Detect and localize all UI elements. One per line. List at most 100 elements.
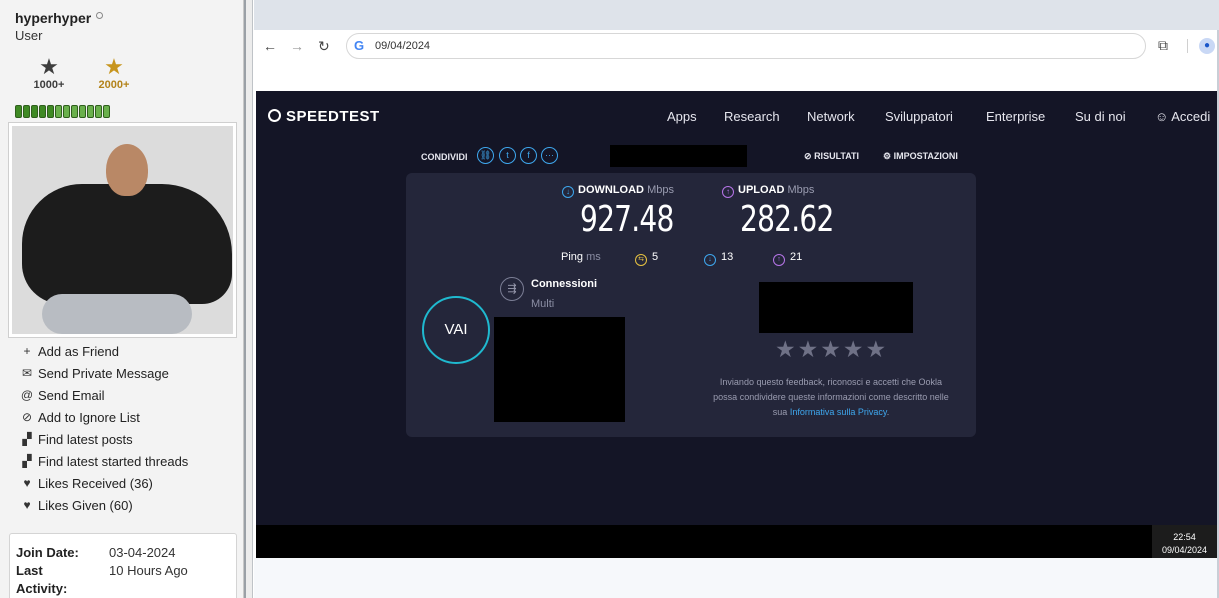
send-email-link[interactable]: @ Send Email — [20, 384, 188, 406]
award-1000[interactable]: ★ 1000+ — [24, 56, 74, 92]
logo-text: SPEEDTEST — [286, 108, 380, 125]
nav-apps[interactable]: Apps — [667, 109, 697, 124]
screen: hyperhyper User ★ 1000+ ★ 2000+ + Add as… — [0, 0, 1219, 598]
reputation-pip — [79, 105, 86, 118]
link-icon[interactable]: ⛓ — [477, 147, 494, 164]
likes-given-link[interactable]: ♥ Likes Given (60) — [20, 494, 188, 516]
facebook-icon[interactable]: f — [520, 147, 537, 164]
menu-label: Add as Friend — [38, 343, 119, 359]
privacy-link[interactable]: Informativa sulla Privacy — [790, 407, 887, 417]
user-title: User — [15, 28, 43, 43]
connections-value[interactable]: Multi — [531, 298, 554, 310]
reload-icon[interactable]: ↻ — [318, 38, 330, 55]
ignore-list-link[interactable]: ⊘ Add to Ignore List — [20, 406, 188, 428]
ping-idle: ⇆ 5 — [635, 251, 658, 266]
settings-link[interactable]: ⚙ IMPOSTAZIONI — [883, 151, 958, 162]
reputation-pip — [87, 105, 94, 118]
menu-label: Find latest posts — [38, 431, 133, 447]
redacted-server-info — [494, 317, 625, 422]
user-icon: ☺ — [1155, 109, 1169, 124]
ping-upload-value: 21 — [790, 251, 803, 263]
avatar-head-shape — [106, 144, 148, 196]
ping-label-group: Ping ms — [561, 251, 601, 263]
menu-label: Find latest started threads — [38, 453, 189, 469]
upload-latency-icon: ↑ — [773, 254, 785, 266]
add-friend-link[interactable]: + Add as Friend — [20, 340, 188, 362]
likes-received-link[interactable]: ♥ Likes Received (36) — [20, 472, 188, 494]
upload-icon: ↑ — [722, 186, 734, 198]
download-header: ↓ DOWNLOAD Mbps — [562, 184, 674, 198]
upload-value: 282.62 — [740, 199, 834, 240]
profile-icon[interactable]: ● — [1199, 38, 1215, 54]
sidebar-divider[interactable] — [244, 0, 253, 598]
award-label: 2000+ — [98, 79, 130, 91]
ping-download-value: 13 — [721, 251, 734, 263]
find-posts-link[interactable]: ▞ Find latest posts — [20, 428, 188, 450]
nav-enterprise[interactable]: Enterprise — [986, 109, 1045, 124]
download-value: 927.48 — [580, 199, 674, 240]
profile-actions-menu: + Add as Friend ✉ Send Private Message @… — [20, 340, 188, 516]
reputation-pip — [23, 105, 30, 118]
go-button[interactable]: VAI — [422, 296, 490, 364]
add-icon: + — [23, 344, 31, 358]
nav-research[interactable]: Research — [724, 109, 780, 124]
avatar-frame — [8, 122, 237, 338]
connections-icon[interactable]: ⇶ — [500, 277, 524, 301]
menu-label: Likes Given (60) — [38, 497, 133, 513]
menu-label: Send Private Message — [38, 365, 169, 381]
find-threads-link[interactable]: ▞ Find latest started threads — [20, 450, 188, 472]
ping-unit: ms — [586, 251, 601, 263]
reputation-pip — [31, 105, 38, 118]
upload-label: UPLOAD — [738, 184, 785, 196]
username[interactable]: hyperhyper — [15, 10, 91, 26]
send-private-message-link[interactable]: ✉ Send Private Message — [20, 362, 188, 384]
ping-upload: ↑ 21 — [773, 251, 802, 266]
last-activity-value: 10 Hours Ago — [109, 563, 188, 578]
google-icon: G — [354, 38, 365, 53]
taskbar-clock[interactable]: 22:54 09/04/2024 — [1152, 525, 1217, 558]
nav-network[interactable]: Network — [807, 109, 855, 124]
profile-sidebar: hyperhyper User ★ 1000+ ★ 2000+ + Add as… — [0, 0, 244, 598]
nav-about[interactable]: Su di noi — [1075, 109, 1126, 124]
extensions-icon[interactable]: ⧉ — [1158, 37, 1168, 54]
speedtest-logo[interactable]: SPEEDTEST — [268, 108, 380, 125]
back-icon[interactable]: ← — [263, 38, 277, 54]
reputation-pip — [15, 105, 22, 118]
check-circle-icon: ⊘ — [804, 151, 812, 161]
results-label: RISULTATI — [814, 151, 860, 161]
avatar-jacket-shape — [22, 184, 232, 304]
nav-login-label: Accedi — [1171, 109, 1211, 124]
gold-star-icon: ★ — [104, 54, 124, 79]
gear-icon: ⚙ — [883, 151, 892, 161]
more-icon[interactable]: ··· — [541, 147, 558, 164]
results-link[interactable]: ⊘ RISULTATI — [804, 151, 859, 162]
browser-tab-strip — [254, 0, 1219, 30]
redacted-feedback-title — [759, 282, 913, 333]
threads-icon: ▞ — [22, 454, 32, 468]
envelope-icon: ✉ — [21, 366, 33, 380]
ping-label: Ping — [561, 251, 584, 263]
rating-stars[interactable]: ★★★★★ — [775, 336, 888, 363]
toolbar-separator — [1187, 39, 1188, 53]
profile-info-box: Join Date: 03-04-2024 Last 10 Hours Ago … — [9, 533, 237, 598]
online-status-icon — [96, 12, 103, 19]
avatar[interactable] — [12, 126, 233, 334]
forward-icon[interactable]: → — [290, 38, 304, 54]
clock-date: 09/04/2024 — [1161, 545, 1208, 555]
clock-time: 22:54 — [1173, 532, 1196, 542]
last-activity-label-2: Activity: — [16, 581, 68, 596]
nav-login[interactable]: ☺ Accedi — [1155, 109, 1210, 124]
award-2000[interactable]: ★ 2000+ — [89, 54, 139, 92]
last-activity-label: Last — [16, 563, 43, 578]
nav-developers[interactable]: Sviluppatori — [885, 109, 953, 124]
reputation-pip — [63, 105, 70, 118]
at-icon: @ — [20, 388, 34, 402]
share-label: CONDIVIDI — [421, 152, 468, 162]
speedtest-page: SPEEDTEST Apps Research Network Sviluppa… — [256, 91, 1217, 525]
twitter-icon[interactable]: t — [499, 147, 516, 164]
menu-label: Send Email — [38, 387, 105, 403]
gauge-icon — [268, 109, 281, 122]
screenshot-bottom-blank — [254, 558, 1217, 598]
address-bar[interactable]: G 09/04/2024 — [346, 33, 1146, 59]
address-text[interactable]: 09/04/2024 — [375, 40, 430, 52]
